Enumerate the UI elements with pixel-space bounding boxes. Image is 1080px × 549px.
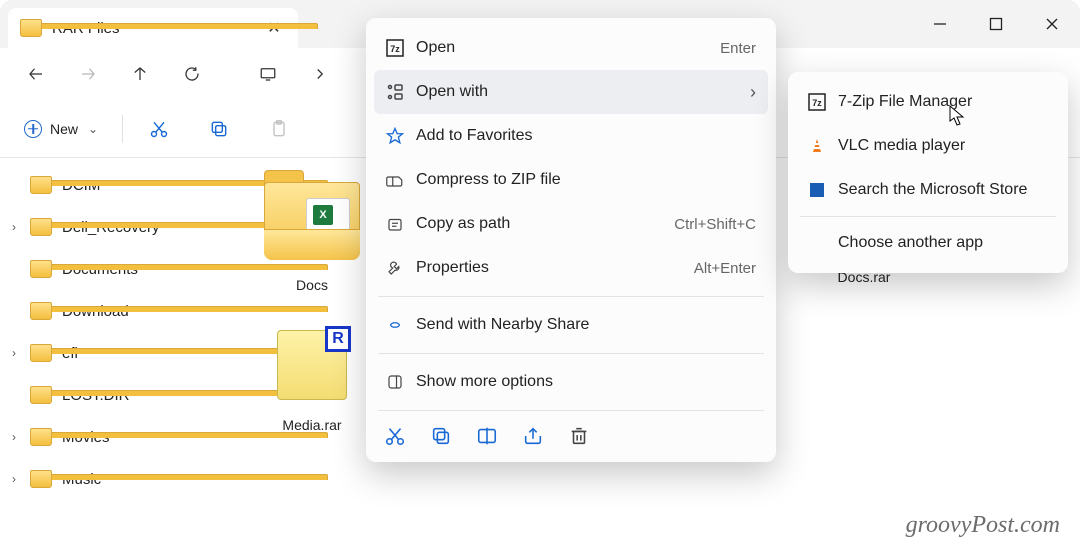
open-with-submenu: 7z 7-Zip File Manager VLC media player S… [788, 72, 1068, 273]
menu-open[interactable]: 7z Open Enter [374, 26, 768, 70]
chevron-right-icon: › [750, 82, 756, 103]
tree-item-documents[interactable]: ›Documents [0, 248, 218, 290]
tree-item-download[interactable]: ›Download [0, 290, 218, 332]
window-controls [912, 4, 1080, 44]
breadcrumb-chevron-icon[interactable] [296, 54, 344, 94]
file-label: Docs [296, 277, 328, 293]
menu-nearby-share[interactable]: Send with Nearby Share [374, 303, 768, 347]
menu-properties[interactable]: Properties Alt+Enter [374, 246, 768, 290]
menu-separator [800, 216, 1056, 217]
menu-label: Copy as path [416, 215, 674, 233]
copy-path-icon [386, 215, 416, 233]
tree-item-music[interactable]: ›Music [0, 458, 218, 500]
folder-icon [30, 470, 52, 488]
more-icon [386, 373, 416, 391]
menu-compress-zip[interactable]: Compress to ZIP file [374, 158, 768, 202]
folder-icon [20, 19, 42, 37]
tree-item-efi[interactable]: ›efi [0, 332, 218, 374]
tab-rar-files[interactable]: RAR Files ✕ [8, 8, 298, 48]
cut-icon[interactable] [384, 425, 406, 452]
star-icon [386, 127, 416, 145]
copy-icon[interactable] [430, 425, 452, 452]
folder-icon [30, 302, 52, 320]
menu-shortcut: Enter [720, 40, 756, 57]
menu-add-favorites[interactable]: Add to Favorites [374, 114, 768, 158]
context-menu: 7z Open Enter Open with › Add to Favorit… [366, 18, 776, 462]
folder-docs-icon: X [264, 182, 360, 260]
submenu-label: 7-Zip File Manager [838, 93, 1048, 111]
menu-label: Properties [416, 259, 694, 277]
menu-copy-path[interactable]: Copy as path Ctrl+Shift+C [374, 202, 768, 246]
file-item-docs-folder[interactable]: X Docs [242, 176, 382, 296]
cursor-icon [949, 105, 967, 127]
context-icon-bar [374, 417, 768, 454]
menu-show-more[interactable]: Show more options [374, 360, 768, 404]
vlc-icon [808, 137, 838, 155]
folder-icon [30, 386, 52, 404]
folder-icon [30, 428, 52, 446]
folder-icon [30, 218, 52, 236]
rename-icon[interactable] [476, 425, 498, 452]
wrench-icon [386, 259, 416, 277]
copy-button[interactable] [195, 109, 243, 149]
menu-label: Compress to ZIP file [416, 171, 756, 189]
submenu-vlc[interactable]: VLC media player [796, 124, 1060, 168]
folder-icon [30, 176, 52, 194]
folder-tree: ›DCIM ›Dell_Recovery ›Documents ›Downloa… [0, 158, 218, 549]
menu-label: Send with Nearby Share [416, 316, 756, 334]
submenu-choose-app[interactable]: Choose another app [796, 221, 1060, 265]
forward-button[interactable] [64, 54, 112, 94]
menu-label: Show more options [416, 373, 756, 391]
menu-label: Add to Favorites [416, 127, 756, 145]
menu-shortcut: Alt+Enter [694, 260, 756, 277]
menu-label: Open [416, 39, 720, 57]
submenu-label: Search the Microsoft Store [838, 181, 1048, 199]
ms-store-icon [808, 181, 838, 199]
folder-icon [30, 344, 52, 362]
new-label: New [50, 121, 78, 137]
this-pc-icon[interactable] [244, 54, 292, 94]
svg-text:7z: 7z [812, 98, 822, 108]
submenu-store[interactable]: Search the Microsoft Store [796, 168, 1060, 212]
nearby-share-icon [386, 316, 416, 334]
refresh-button[interactable] [168, 54, 216, 94]
separator [122, 115, 123, 143]
up-button[interactable] [116, 54, 164, 94]
submenu-label: VLC media player [838, 137, 1048, 155]
paste-button[interactable] [255, 109, 303, 149]
submenu-7zip[interactable]: 7z 7-Zip File Manager [796, 80, 1060, 124]
zip-icon [386, 171, 416, 189]
delete-icon[interactable] [568, 425, 590, 452]
sevenzip-icon: 7z [386, 39, 416, 57]
svg-text:7z: 7z [390, 44, 400, 54]
close-button[interactable] [1024, 4, 1080, 44]
plus-icon [24, 120, 42, 138]
menu-separator [378, 410, 764, 411]
file-item-media-rar[interactable]: R Media.rar [242, 324, 382, 436]
tree-item-dell-recovery[interactable]: ›Dell_Recovery [0, 206, 218, 248]
menu-separator [378, 353, 764, 354]
minimize-button[interactable] [912, 4, 968, 44]
back-button[interactable] [12, 54, 60, 94]
tree-item-lost-dir[interactable]: ›LOST.DIR [0, 374, 218, 416]
new-button[interactable]: New ⌄ [12, 114, 110, 144]
tree-item-movies[interactable]: ›Movies [0, 416, 218, 458]
watermark: groovyPost.com [906, 512, 1060, 539]
menu-open-with[interactable]: Open with › [374, 70, 768, 114]
menu-label: Open with [416, 83, 750, 101]
open-with-icon [386, 83, 416, 101]
maximize-button[interactable] [968, 4, 1024, 44]
file-label: Media.rar [282, 417, 341, 433]
rar-icon: R [277, 330, 347, 400]
submenu-label: Choose another app [838, 234, 1048, 252]
folder-icon [30, 260, 52, 278]
tree-item-dcim[interactable]: ›DCIM [0, 164, 218, 206]
menu-shortcut: Ctrl+Shift+C [674, 216, 756, 233]
menu-separator [378, 296, 764, 297]
chevron-down-icon: ⌄ [88, 122, 98, 136]
share-icon[interactable] [522, 425, 544, 452]
sevenzip-icon: 7z [808, 93, 838, 111]
cut-button[interactable] [135, 109, 183, 149]
